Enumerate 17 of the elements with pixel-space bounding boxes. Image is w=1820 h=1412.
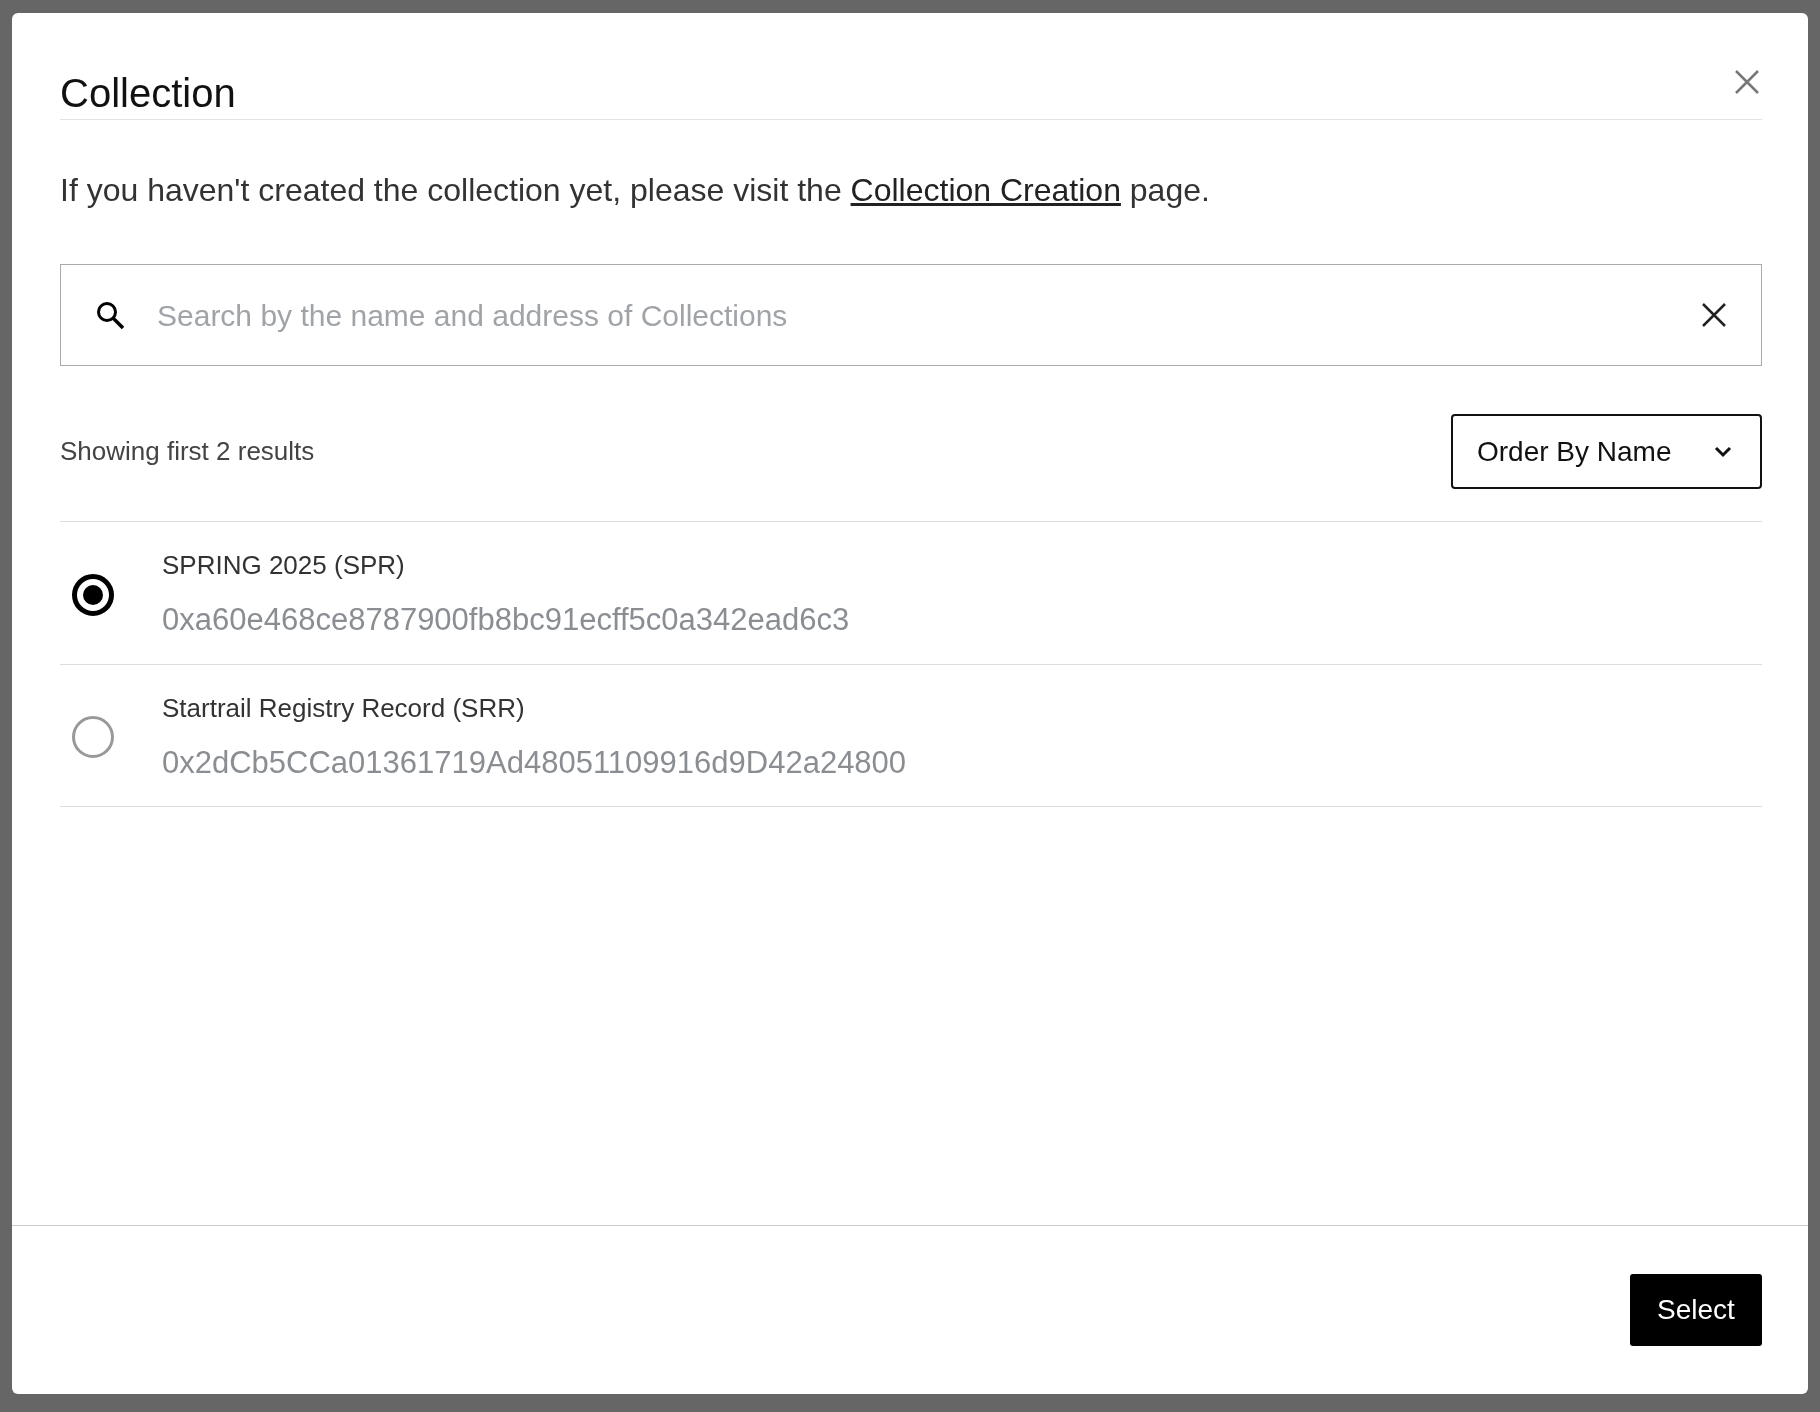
close-icon xyxy=(1701,302,1727,328)
collection-address: 0xa60e468ce8787900fb8bc91ecff5c0a342ead6c3 xyxy=(162,601,850,639)
intro-text: If you haven't created the collection yet, please visit the Collection Creation page. xyxy=(60,171,1211,210)
chevron-down-icon xyxy=(1714,445,1732,458)
search-field[interactable]: Search by the name and address of Collections xyxy=(60,264,1762,366)
sort-dropdown[interactable]: Order By Name xyxy=(1451,414,1762,489)
select-button[interactable]: Select xyxy=(1630,1274,1762,1346)
collection-address: 0x2dCb5CCa01361719Ad48051109916d9D42a24800 xyxy=(162,743,907,782)
clear-button[interactable] xyxy=(1701,302,1727,328)
collection-name: SPRING 2025 (SPR) xyxy=(162,549,406,582)
creation-link[interactable]: Collection Creation xyxy=(850,172,1121,208)
dialog-title: Collection xyxy=(60,71,236,115)
collection-name: Startrail Registry Record (SRR) xyxy=(162,691,526,725)
result-count: Showing first 2 results xyxy=(60,435,315,468)
radio-button[interactable] xyxy=(72,716,114,759)
radio-button[interactable] xyxy=(72,573,114,616)
search-icon xyxy=(95,300,125,330)
